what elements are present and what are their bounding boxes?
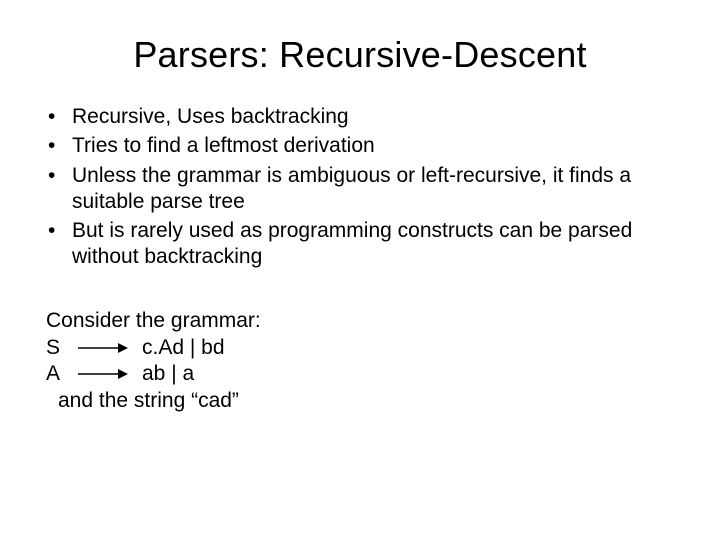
bullet-dot-icon: • [46,218,72,271]
bullet-item: • But is rarely used as programming cons… [46,218,674,271]
arrow-icon [76,341,136,355]
bullet-item: • Recursive, Uses backtracking [46,104,674,130]
bullet-text: But is rarely used as programming constr… [72,218,674,271]
bullet-item: • Unless the grammar is ambiguous or lef… [46,163,674,216]
grammar-intro: Consider the grammar: [46,307,674,335]
bullet-dot-icon: • [46,163,72,216]
bullet-item: • Tries to find a leftmost derivation [46,133,674,159]
bullet-list: • Recursive, Uses backtracking • Tries t… [40,104,680,271]
slide: Parsers: Recursive-Descent • Recursive, … [0,0,720,540]
arrow-icon [76,367,136,381]
grammar-lhs: A [46,360,76,388]
bullet-text: Tries to find a leftmost derivation [72,133,674,159]
grammar-block: Consider the grammar: S c.Ad | bd A ab |… [40,307,680,416]
bullet-text: Recursive, Uses backtracking [72,104,674,130]
grammar-rhs: ab | a [136,360,194,388]
bullet-dot-icon: • [46,133,72,159]
grammar-lhs: S [46,334,76,362]
bullet-dot-icon: • [46,104,72,130]
grammar-rule: A ab | a [46,361,674,387]
grammar-rhs: c.Ad | bd [136,334,225,362]
bullet-text: Unless the grammar is ambiguous or left-… [72,163,674,216]
grammar-footer: and the string “cad” [46,387,674,415]
grammar-rule: S c.Ad | bd [46,335,674,361]
slide-title: Parsers: Recursive-Descent [40,34,680,76]
